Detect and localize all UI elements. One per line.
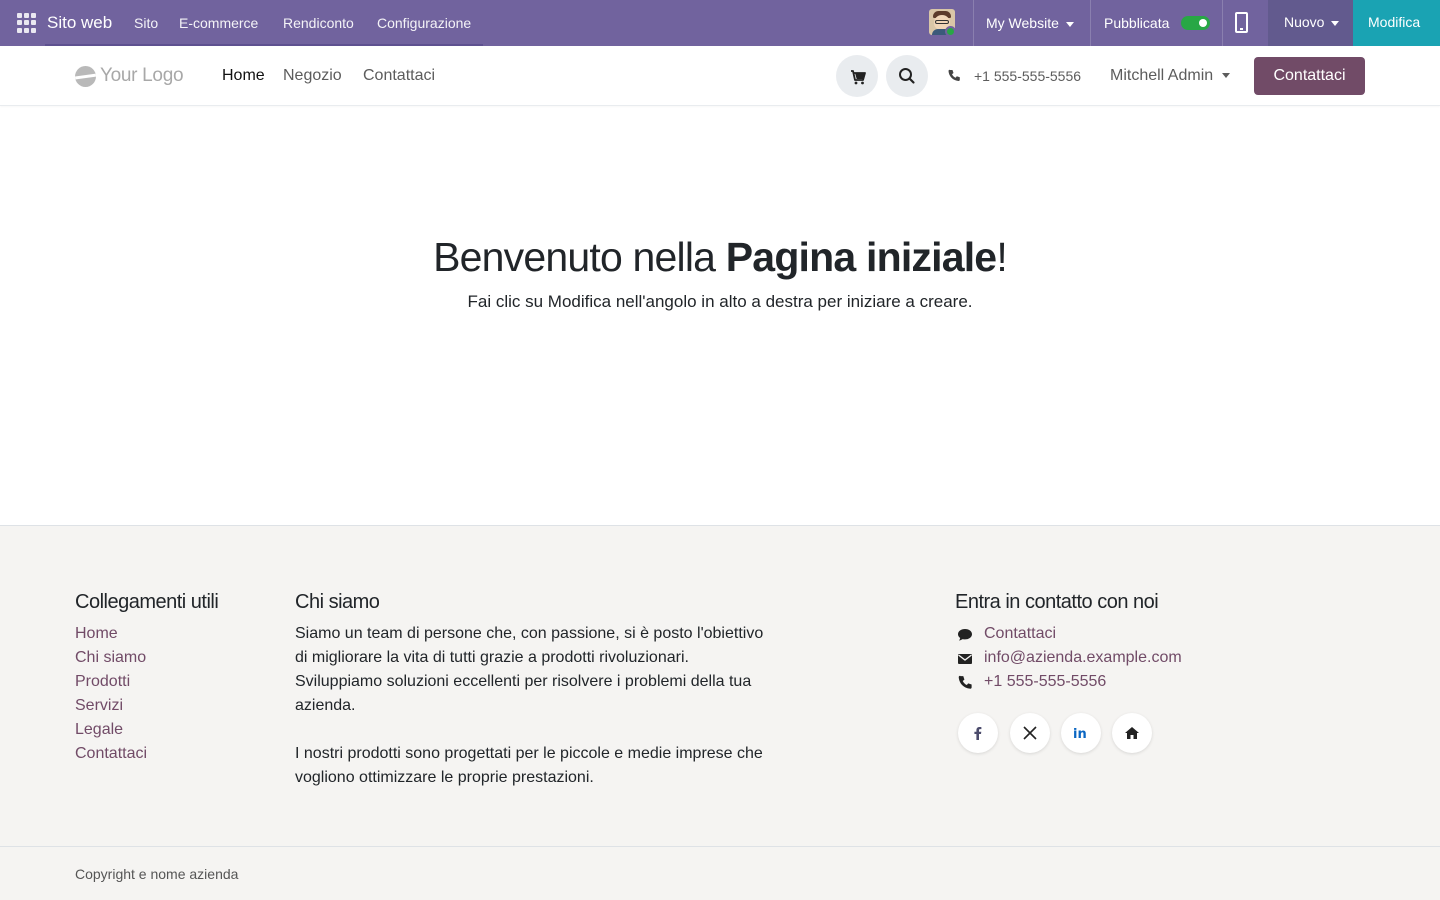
svg-text:in: in [1073,727,1087,741]
new-button[interactable]: Nuovo [1268,0,1353,46]
hero-subtitle: Fai clic su Modifica nell'angolo in alto… [467,292,973,311]
linkedin-icon: in [1073,727,1087,741]
footer-link-contact[interactable]: Contattaci [75,745,147,763]
divider [1222,0,1223,46]
apps-grid-icon[interactable] [17,13,37,33]
home-icon [1125,727,1139,739]
search-icon [899,68,915,84]
nav-contact[interactable]: Contattaci [363,67,435,85]
footer-phone-link[interactable]: +1 555-555-5556 [984,673,1106,691]
facebook-icon [974,727,982,740]
copyright-divider [0,846,1440,847]
menu-sito[interactable]: Sito [134,15,158,31]
hero-title-prefix: Benvenuto nella [433,234,726,280]
published-label: Pubblicata [1104,15,1170,31]
footer-contact-link[interactable]: Contattaci [984,625,1056,643]
contact-us-button[interactable]: Contattaci [1254,57,1365,95]
logo-text: Your Logo [100,65,184,86]
divider [1090,0,1091,46]
hero-title: Benvenuto nella Pagina iniziale! [0,234,1440,281]
online-status-dot [945,26,956,37]
footer-contact-title: Entra in contatto con noi [955,591,1159,613]
hero-title-suffix: ! [996,234,1007,280]
user-menu[interactable]: Mitchell Admin [1110,67,1231,85]
mobile-preview-icon[interactable] [1235,12,1248,33]
phone-icon [958,675,972,689]
search-button[interactable] [886,55,928,97]
admin-top-bar: Sito web Sito E-commerce Rendiconto Conf… [0,0,1440,46]
site-logo[interactable]: Your Logo [75,64,184,88]
footer-link-legal[interactable]: Legale [75,721,123,739]
footer-useful-links-title: Collegamenti utili [75,591,219,613]
edit-button[interactable]: Modifica [1353,0,1440,46]
about-line: Sviluppiamo soluzioni eccellenti per ris… [295,673,752,690]
header-phone[interactable]: +1 555-555-5556 [974,68,1081,84]
menu-rendiconto[interactable]: Rendiconto [283,15,354,31]
about-line: I nostri prodotti sono progettati per le… [295,745,763,762]
website-selector-label: My Website [986,15,1059,31]
about-line: azienda. [295,697,356,714]
footer-link-services[interactable]: Servizi [75,697,123,715]
menu-ecommerce[interactable]: E-commerce [179,15,258,31]
envelope-icon [958,654,972,664]
footer-link-home[interactable]: Home [75,625,118,643]
footer-link-products[interactable]: Prodotti [75,673,130,691]
social-facebook-button[interactable] [958,713,998,753]
menu-configurazione[interactable]: Configurazione [377,15,471,31]
hero-title-bold: Pagina iniziale [725,234,997,280]
user-name: Mitchell Admin [1110,67,1214,84]
footer-link-about[interactable]: Chi siamo [75,649,146,667]
divider [973,0,974,46]
x-twitter-icon [1023,726,1037,740]
social-home-button[interactable] [1112,713,1152,753]
social-linkedin-button[interactable]: in [1061,713,1101,753]
about-line: vogliono ottimizzare le proprie prestazi… [295,769,594,786]
website-selector[interactable]: My Website [986,15,1074,31]
nav-home[interactable]: Home [222,67,265,85]
about-line: di migliorare la vita di tutti grazie a … [295,649,689,666]
shopping-cart-icon [851,70,866,85]
caret-down-icon [1065,21,1074,27]
footer-about-text: Siamo un team di persone che, con passio… [295,622,815,790]
app-name[interactable]: Sito web [47,13,112,33]
footer-email-link[interactable]: info@azienda.example.com [984,649,1182,667]
nav-shop[interactable]: Negozio [283,67,342,85]
cart-button[interactable] [836,55,878,97]
logo-mark-icon [75,65,96,87]
social-x-button[interactable] [1010,713,1050,753]
caret-down-icon [1222,73,1231,79]
about-line: Siamo un team di persone che, con passio… [295,625,764,642]
comment-icon [958,629,972,641]
new-button-label: Nuovo [1284,14,1325,30]
caret-down-icon [1331,20,1340,26]
phone-icon [948,69,960,81]
copyright-text: Copyright e nome azienda [75,866,239,882]
footer-about-title: Chi siamo [295,591,380,613]
published-toggle[interactable] [1181,16,1210,30]
